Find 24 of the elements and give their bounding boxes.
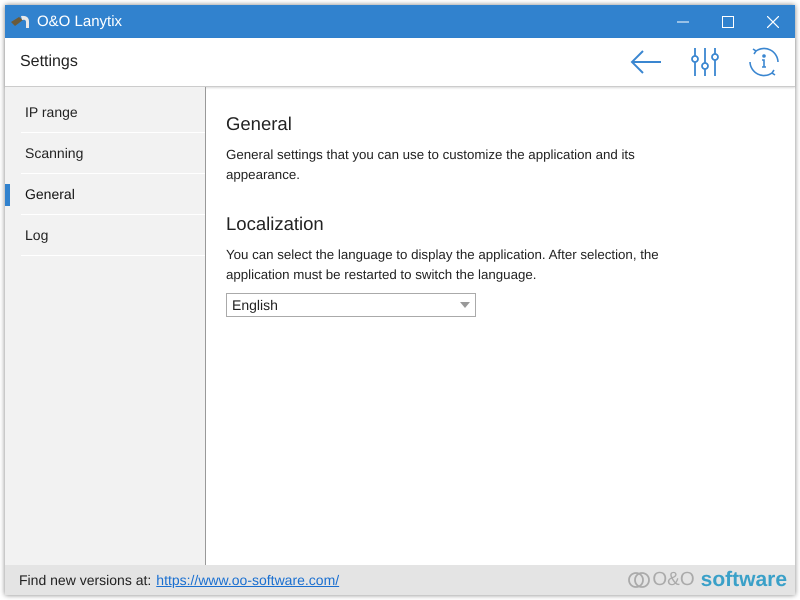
dropdown-arrow-icon <box>460 302 470 308</box>
sidebar-item[interactable]: Scanning <box>21 133 205 174</box>
sliders-icon[interactable] <box>690 47 720 77</box>
info-refresh-icon[interactable] <box>748 46 780 78</box>
selection-indicator <box>5 184 10 206</box>
section-heading: General <box>226 113 293 135</box>
language-dropdown[interactable]: English <box>226 293 476 317</box>
website-link[interactable]: https://www.oo-software.com/ <box>156 572 340 588</box>
footer-label: Find new versions at: <box>19 572 152 588</box>
sidebar-item[interactable]: Log <box>21 215 205 256</box>
logo-prefix: O&O <box>652 569 695 591</box>
section-description: General settings that you can use to customize the application and its appearance. <box>226 146 636 184</box>
logo-icon <box>628 570 650 590</box>
sidebar-item[interactable]: IP range <box>21 92 205 133</box>
close-icon[interactable] <box>767 16 779 28</box>
window-title: O&O Lanytix <box>37 13 122 30</box>
page-title: Settings <box>20 53 78 71</box>
back-arrow-icon[interactable] <box>630 50 662 74</box>
app-icon <box>9 14 31 30</box>
section-description: You can select the language to display the application. After selection, the application must be restarted to switch the language. <box>226 246 660 284</box>
sidebar-item[interactable]: General <box>21 174 205 215</box>
logo-name: software <box>700 568 787 592</box>
section-heading: Localization <box>226 213 325 235</box>
maximize-icon[interactable] <box>722 16 734 28</box>
